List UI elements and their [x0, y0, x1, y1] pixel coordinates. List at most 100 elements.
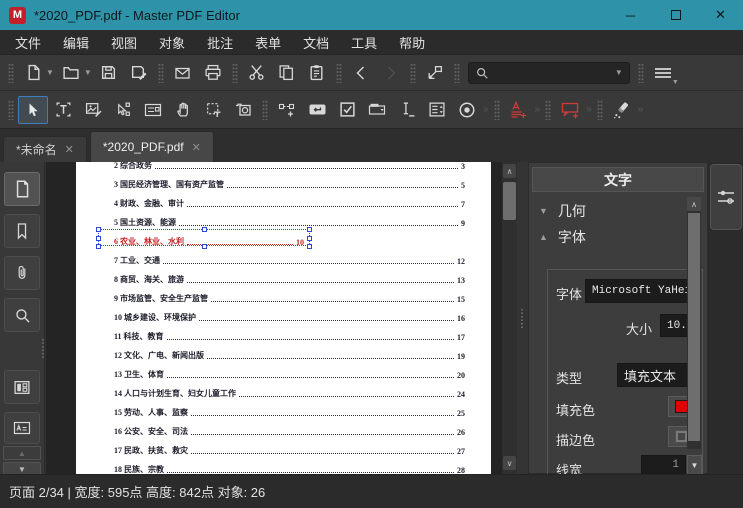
- line-width-input[interactable]: 1: [641, 455, 686, 475]
- toc-row[interactable]: 16 公安、安全、司法 26: [114, 418, 465, 437]
- toolbar-grip[interactable]: [637, 62, 644, 83]
- toc-row[interactable]: 7 工业、交通 12: [114, 247, 465, 266]
- sidebar-bookmarks-button[interactable]: [4, 214, 40, 248]
- toolbar-overflow-icon[interactable]: »: [638, 104, 644, 115]
- panel-scrollbar[interactable]: ∧: [687, 197, 701, 449]
- toc-row-selected[interactable]: 6 农业、林业、水利 10: [96, 227, 465, 249]
- font-family-input[interactable]: Microsoft YaHei: [585, 279, 701, 303]
- edit-path-tool-button[interactable]: [108, 96, 138, 124]
- toolbar-grip[interactable]: [262, 99, 268, 120]
- add-listbox-field-tool-button[interactable]: [422, 96, 452, 124]
- hand-tool-button[interactable]: [168, 96, 198, 124]
- toc-row[interactable]: 3 国民经济管理、国有资产监管 5: [114, 171, 465, 190]
- panel-splitter-handle[interactable]: [520, 308, 524, 330]
- open-file-button[interactable]: [56, 59, 86, 87]
- sidebar-signatures-button[interactable]: [4, 412, 40, 444]
- menu-item[interactable]: 编辑: [52, 30, 100, 55]
- save-as-button[interactable]: [124, 59, 154, 87]
- document-tab[interactable]: *未命名 ✕: [3, 136, 87, 162]
- toolbar-overflow-icon[interactable]: »: [586, 104, 592, 115]
- panel-scrollbar-thumb[interactable]: [688, 213, 700, 441]
- sidebar-pages-button[interactable]: [4, 172, 40, 206]
- menu-item[interactable]: 对象: [148, 30, 196, 55]
- toc-row[interactable]: 4 财政、金融、审计 7: [114, 190, 465, 209]
- section-font[interactable]: ▲ 字体: [539, 227, 586, 247]
- toc-row[interactable]: 12 文化、广电、新闻出版 19: [114, 342, 465, 361]
- add-callout-annotation-tool-button[interactable]: [555, 96, 585, 124]
- edit-text-tool-button[interactable]: [48, 96, 78, 124]
- selection-handle[interactable]: [96, 244, 101, 249]
- selection-handle[interactable]: [96, 236, 101, 241]
- toolbar-overflow-icon[interactable]: »: [483, 104, 489, 115]
- toc-row[interactable]: 14 人口与计划生育、妇女儿童工作 24: [114, 380, 465, 399]
- search-box[interactable]: ▼: [467, 61, 630, 84]
- hamburger-dropdown-icon[interactable]: ▼: [672, 79, 679, 86]
- toc-row[interactable]: 13 卫生、体育 20: [114, 361, 465, 380]
- selection-box[interactable]: [96, 227, 312, 249]
- cut-button[interactable]: [242, 59, 272, 87]
- selection-handle[interactable]: [307, 227, 312, 232]
- select-text-area-tool-button[interactable]: [198, 96, 228, 124]
- print-button[interactable]: [198, 59, 228, 87]
- forward-button[interactable]: [376, 59, 406, 87]
- edit-form-tool-button[interactable]: [138, 96, 168, 124]
- toc-row[interactable]: 18 民族、宗教 28: [114, 456, 465, 474]
- sidebar-splitter-handle[interactable]: [41, 338, 45, 360]
- new-document-button[interactable]: [18, 59, 48, 87]
- close-button[interactable]: ✕: [698, 0, 743, 30]
- add-radio-button-tool-button[interactable]: [452, 96, 482, 124]
- toc-row[interactable]: 9 市场监管、安全生产监管 15: [114, 285, 465, 304]
- toolbar-grip[interactable]: [545, 99, 552, 120]
- pdf-page[interactable]: 2 综合政务 3 3 国民经济管理、国有资产监管 5 4 财政、金融、审计 7 5 国土资源…: [76, 162, 491, 474]
- toc-row[interactable]: 8 商贸、海关、旅游 13: [114, 266, 465, 285]
- toolbar-grip[interactable]: [335, 62, 342, 83]
- add-text-field-tool-button[interactable]: [392, 96, 422, 124]
- eraser-tool-button[interactable]: [607, 96, 637, 124]
- menu-item[interactable]: 工具: [340, 30, 388, 55]
- edit-image-tool-button[interactable]: [78, 96, 108, 124]
- toolbar-overflow-icon[interactable]: »: [535, 104, 541, 115]
- sidebar-attachments-button[interactable]: [4, 256, 40, 290]
- panel-toggle-button[interactable]: [710, 164, 742, 230]
- toolbar-grip[interactable]: [8, 99, 14, 120]
- toolbar-grip[interactable]: [157, 62, 164, 83]
- selection-handle[interactable]: [307, 236, 312, 241]
- menu-item[interactable]: 文档: [292, 30, 340, 55]
- toc-row[interactable]: 5 国土资源、能源 9: [114, 209, 465, 228]
- maximize-button[interactable]: [653, 0, 698, 30]
- toolbar-grip[interactable]: [453, 62, 460, 83]
- sidebar-scroll-up-button[interactable]: ▲: [3, 446, 41, 460]
- section-geometry[interactable]: ▼ 几何: [539, 201, 586, 221]
- toolbar-grip[interactable]: [231, 62, 238, 83]
- fit-page-button[interactable]: [420, 59, 450, 87]
- back-button[interactable]: [346, 59, 376, 87]
- add-checkbox-field-tool-button[interactable]: [332, 96, 362, 124]
- snapshot-tool-button[interactable]: [228, 96, 258, 124]
- scrollbar-thumb[interactable]: [503, 182, 516, 220]
- save-button[interactable]: [94, 59, 124, 87]
- search-dropdown-icon[interactable]: ▼: [615, 68, 623, 77]
- toc-row[interactable]: 15 劳动、人事、监察 25: [114, 399, 465, 418]
- document-tab[interactable]: *2020_PDF.pdf ✕: [89, 131, 214, 162]
- scroll-down-button[interactable]: ∨: [503, 456, 516, 470]
- toolbar-grip[interactable]: [596, 99, 603, 120]
- paste-button[interactable]: [302, 59, 332, 87]
- toolbar-grip[interactable]: [493, 99, 500, 120]
- panel-scroll-up-button[interactable]: ∧: [687, 197, 701, 211]
- menu-item[interactable]: 帮助: [388, 30, 436, 55]
- menu-item[interactable]: 视图: [100, 30, 148, 55]
- document-scrollbar[interactable]: ∧ ∨: [502, 162, 517, 474]
- select-tool-button[interactable]: [18, 95, 48, 124]
- menu-item[interactable]: 文件: [4, 30, 52, 55]
- add-link-tool-button[interactable]: [272, 96, 302, 124]
- toolbar-grip[interactable]: [409, 62, 416, 83]
- copy-button[interactable]: [272, 59, 302, 87]
- selection-handle[interactable]: [202, 227, 207, 232]
- sidebar-form-fields-button[interactable]: [4, 370, 40, 404]
- toc-row[interactable]: 11 科技、教育 17: [114, 323, 465, 342]
- menu-item[interactable]: 表单: [244, 30, 292, 55]
- add-combobox-field-tool-button[interactable]: [362, 96, 392, 124]
- line-width-dropdown-button[interactable]: ▼: [687, 455, 702, 475]
- selection-handle[interactable]: [96, 227, 101, 232]
- add-button-field-tool-button[interactable]: [302, 96, 332, 124]
